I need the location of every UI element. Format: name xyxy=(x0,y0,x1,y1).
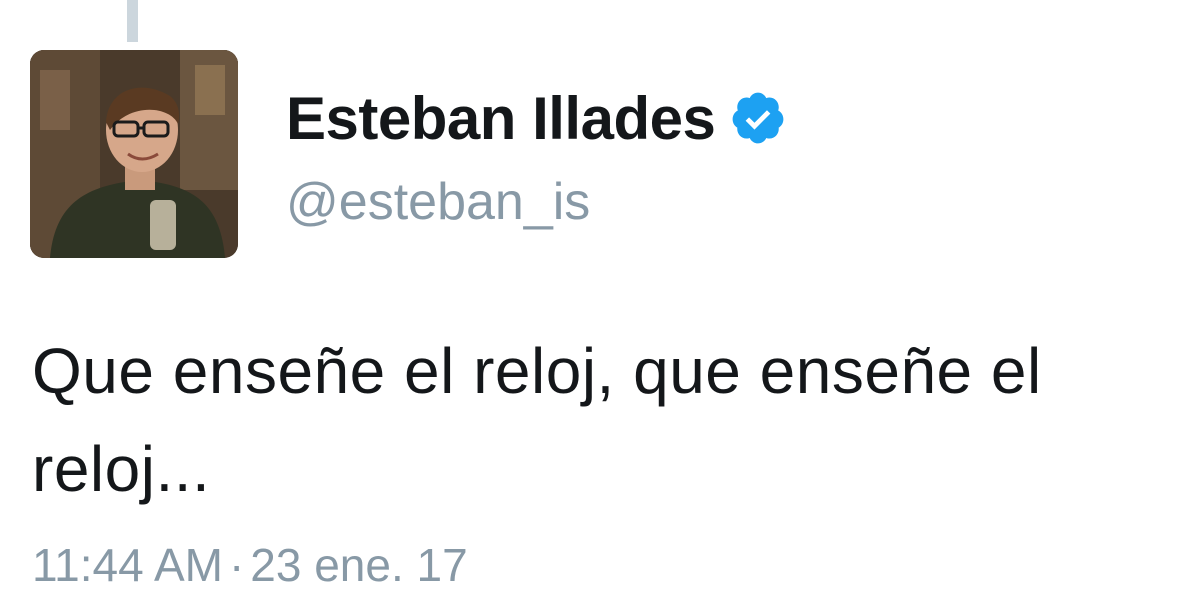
verified-badge-icon xyxy=(729,89,787,147)
author-name-row: Esteban Illades xyxy=(286,82,787,154)
thread-connector-line xyxy=(127,0,138,42)
timestamp-separator: · xyxy=(228,539,245,591)
author-handle[interactable]: @esteban_is xyxy=(286,172,590,232)
tweet-time: 11:44 AM xyxy=(32,539,223,591)
display-name[interactable]: Esteban Illades xyxy=(286,84,716,153)
avatar[interactable] xyxy=(30,50,238,258)
tweet-date: 23 ene. 17 xyxy=(250,539,468,591)
profile-photo-icon xyxy=(30,50,238,258)
tweet-timestamp[interactable]: 11:44 AM · 23 ene. 17 xyxy=(32,538,468,592)
tweet-text: Que enseñe el reloj, que enseñe el reloj… xyxy=(32,335,1042,505)
